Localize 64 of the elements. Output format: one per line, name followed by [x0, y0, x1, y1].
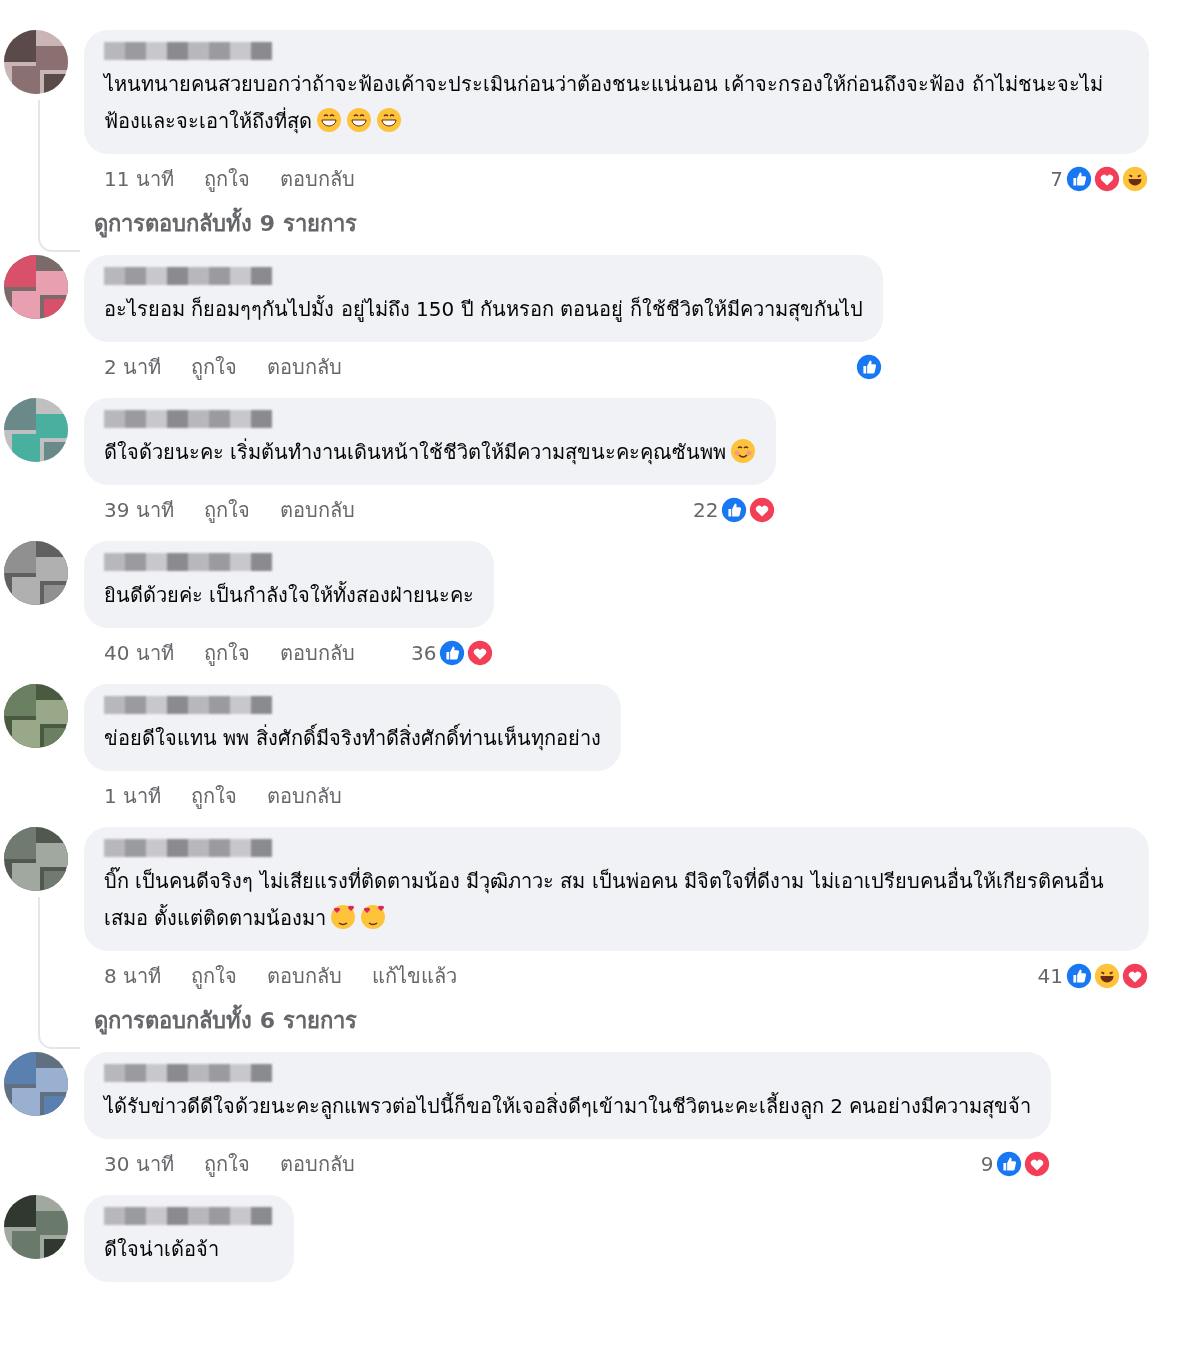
comment-text: ดีใจด้วยนะคะ เริ่มต้นทำงานเดินหน้าใช้ชีวิตให้มีความสุขนะคะคุณซันพพ [104, 434, 757, 471]
edited-label: แก้ไขแล้ว [372, 963, 458, 990]
blurred-name[interactable] [104, 267, 274, 285]
comment-time: 1 นาที [104, 783, 162, 810]
view-replies-link[interactable]: ดูการตอบกลับทั้ง 6 รายการ [94, 1003, 357, 1038]
blurred-name[interactable] [104, 410, 274, 428]
like-reaction-icon[interactable] [854, 353, 883, 381]
comment-text: ยินดีด้วยค่ะ เป็นกำลังใจให้ทั้งสองฝ่ายนะคะ [104, 580, 475, 609]
reply-link[interactable]: ตอบกลับ [267, 960, 343, 992]
reply-link[interactable]: ตอบกลับ [279, 494, 355, 526]
like-link[interactable]: ถูกใจ [191, 960, 238, 992]
comment-text: ดีใจน่าเด้อจ้า [104, 1236, 220, 1263]
reaction-count: 36 [410, 641, 437, 665]
grin-emoji-icon [346, 107, 372, 133]
like-reaction-icon[interactable] [995, 1150, 1024, 1178]
like-reaction-icon[interactable] [1065, 962, 1093, 990]
love-reaction-icon[interactable] [1121, 962, 1149, 990]
reply-link[interactable]: ตอบกลับ [279, 163, 355, 195]
blurred-name[interactable] [104, 1064, 274, 1082]
like-reaction-icon[interactable] [720, 496, 749, 524]
haha-reaction-icon[interactable] [1093, 962, 1121, 990]
grin-emoji-icon [376, 107, 402, 133]
comment-time: 39 นาที [104, 497, 174, 524]
view-replies-link[interactable]: ดูการตอบกลับทั้ง 9 รายการ [94, 206, 357, 241]
like-link[interactable]: ถูกใจ [191, 780, 238, 812]
blurred-name[interactable] [104, 42, 274, 60]
reaction-count: 7 [1050, 167, 1063, 191]
comment-time: 8 นาที [104, 963, 162, 990]
like-link[interactable]: ถูกใจ [203, 1148, 250, 1180]
grin-emoji-icon [316, 107, 342, 133]
like-link[interactable]: ถูกใจ [191, 351, 238, 383]
blush-emoji-icon [730, 438, 757, 464]
haha-reaction-icon[interactable] [1121, 165, 1149, 193]
comment-time: 40 นาที [104, 640, 174, 667]
like-link[interactable]: ถูกใจ [203, 637, 250, 669]
love-reaction-icon[interactable] [466, 639, 495, 667]
like-link[interactable]: ถูกใจ [203, 494, 250, 526]
comment-text: ข่อยดีใจแทน พพ สิ่งศักดิ์มีจริงทำดีสิ่งศักดิ์ท่านเห็นทุกอย่าง [104, 720, 601, 757]
reply-link[interactable]: ตอบกลับ [267, 351, 343, 383]
blurred-name[interactable] [104, 553, 274, 571]
blurred-name[interactable] [104, 1207, 274, 1225]
like-reaction-icon[interactable] [438, 639, 467, 667]
comment-text: บิ๊ก เป็นคนดีจริงๆ ไม่เสียแรงที่ติดตามน้อง มีวุฒิภาวะ สม เป็นพ่อคน มีจิตใจที่ดีงาม ไม่เอาเปรียบคนอื่นให้เกียรติคนอื่นเสมอ ตั้งแต่ติดตามน้องมา [104, 866, 1105, 932]
reply-link[interactable]: ตอบกลับ [267, 780, 343, 812]
love-reaction-icon[interactable] [748, 496, 777, 524]
reaction-count: 22 [692, 498, 719, 522]
reaction-count: 41 [1037, 964, 1063, 988]
like-link[interactable]: ถูกใจ [203, 163, 250, 195]
comment-text: ไหนทนายคนสวยบอกว่าถ้าจะฟ้องเค้าจะประเมินก่อนว่าต้องชนะแน่นอน เค้าจะกรองให้ก่อนถึงจะฟ้อง ถ้าไม่ชนะจะไม่ฟ้องและจะเอาให้ถึงที่สุด [104, 71, 1104, 136]
comment-time: 11 นาที [104, 166, 174, 193]
smiling-hearts-emoji-icon [330, 904, 357, 930]
love-reaction-icon[interactable] [1093, 165, 1121, 193]
smiling-hearts-emoji-icon [360, 904, 387, 930]
blurred-name[interactable] [104, 839, 274, 857]
comment-text: อะไรยอม ก็ยอมๆๆกันไปมั้ง อยู่ไม่ถึง 150 ปี กันหรอก ตอนอยู่ ก็ใช้ชีวิตให้มีความสุขกันไป [104, 294, 863, 324]
reply-link[interactable]: ตอบกลับ [279, 637, 355, 669]
comment-text: ได้รับข่าวดีดีใจด้วยนะคะลูกแพรวต่อไปนี้ก็ขอให้เจอสิ่งดีๆเข้ามาในชีวิตนะคะเลี้ยงลูก 2 คนอย่างมีความสุขจ้า [104, 1091, 1032, 1121]
comment-time: 30 นาที [104, 1151, 174, 1178]
reaction-count: 9 [980, 1152, 994, 1176]
blurred-name[interactable] [104, 696, 274, 714]
comment-time: 2 นาที [104, 354, 162, 381]
love-reaction-icon[interactable] [1023, 1150, 1052, 1178]
like-reaction-icon[interactable] [1065, 165, 1093, 193]
reply-link[interactable]: ตอบกลับ [279, 1148, 355, 1180]
